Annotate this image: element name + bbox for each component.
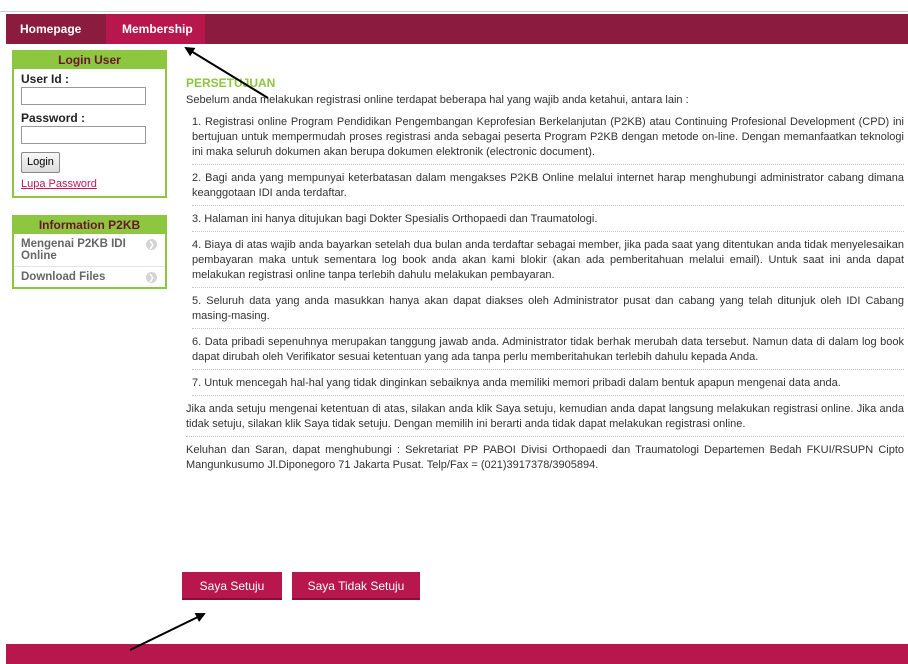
chevron-right-icon: ❯ bbox=[146, 272, 157, 283]
login-heading: Login User bbox=[14, 52, 165, 69]
agreement-content: PERSETUJUAN Sebelum anda melakukan regis… bbox=[186, 76, 904, 483]
login-button[interactable]: Login bbox=[21, 152, 60, 173]
term-item: 7. Untuk mencegah hal-hal yang tidak din… bbox=[192, 376, 904, 396]
agree-instructions: Jika anda setuju mengenai ketentuan di a… bbox=[186, 402, 904, 437]
password-label: Password : bbox=[21, 111, 86, 125]
terms-list: 1. Registrasi online Program Pendidikan … bbox=[192, 115, 904, 396]
info-item-label: Download Files bbox=[21, 271, 106, 283]
info-box: Information P2KB Mengenai P2KB IDI Onlin… bbox=[12, 215, 167, 289]
userid-input[interactable] bbox=[21, 87, 146, 105]
disagree-button[interactable]: Saya Tidak Setuju bbox=[292, 572, 420, 600]
info-item-download[interactable]: Download Files ❯ bbox=[14, 267, 165, 287]
userid-label: User Id : bbox=[21, 72, 70, 86]
chevron-right-icon: ❯ bbox=[146, 239, 157, 250]
sidebar: Login User User Id : Password : Login Lu… bbox=[12, 50, 167, 289]
term-item: 1. Registrasi online Program Pendidikan … bbox=[192, 115, 904, 165]
top-strip bbox=[0, 0, 908, 12]
term-item: 2. Bagi anda yang mempunyai keterbatasan… bbox=[192, 171, 904, 206]
term-item: 5. Seluruh data yang anda masukkan hanya… bbox=[192, 294, 904, 329]
login-box: Login User User Id : Password : Login Lu… bbox=[12, 50, 167, 198]
term-item: 6. Data pribadi sepenuhnya merupakan tan… bbox=[192, 335, 904, 370]
agree-button[interactable]: Saya Setuju bbox=[182, 572, 282, 600]
footer-bar bbox=[6, 644, 908, 664]
info-item-mengenai[interactable]: Mengenai P2KB IDI Online ❯ bbox=[14, 234, 165, 267]
info-heading: Information P2KB bbox=[14, 217, 165, 234]
forgot-password-link[interactable]: Lupa Password bbox=[21, 178, 160, 190]
main-navbar: Homepage Membership bbox=[6, 14, 908, 44]
term-item: 4. Biaya di atas wajib anda bayarkan set… bbox=[192, 238, 904, 288]
term-item: 3. Halaman ini hanya ditujukan bagi Dokt… bbox=[192, 212, 904, 232]
nav-homepage[interactable]: Homepage bbox=[6, 14, 96, 44]
nav-membership[interactable]: Membership bbox=[106, 14, 205, 44]
password-input[interactable] bbox=[21, 126, 146, 144]
info-item-label: Mengenai P2KB IDI Online bbox=[21, 238, 126, 262]
page-title: PERSETUJUAN bbox=[186, 76, 276, 90]
contact-info: Keluhan dan Saran, dapat menghubungi : S… bbox=[186, 444, 904, 471]
intro-text: Sebelum anda melakukan registrasi online… bbox=[186, 94, 689, 106]
